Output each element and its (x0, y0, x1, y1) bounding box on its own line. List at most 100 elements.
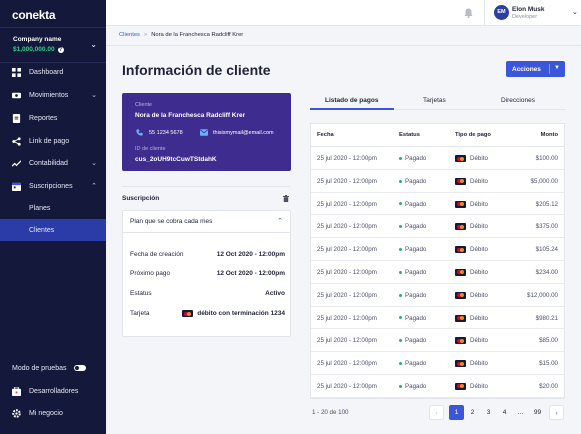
table-row[interactable]: 25 jul 2020 - 12:00pm Pagado Débito $85.00 (311, 329, 564, 353)
tab-listado-de-pagos[interactable]: Listado de pagos (325, 97, 378, 104)
status-dot-icon (399, 156, 402, 160)
client-label: Cliente (135, 102, 153, 108)
mastercard-icon (455, 155, 466, 162)
cell-date: 25 jul 2020 - 12:00pm (317, 382, 377, 390)
table-row[interactable]: 25 jul 2020 - 12:00pm Pagado Débito $20.00 (311, 375, 564, 398)
cell-status: Pagado (399, 155, 426, 162)
field-value: 12 Oct 2020 - 12:00pm (216, 251, 285, 258)
trash-icon[interactable] (283, 195, 289, 202)
pagination-page-1[interactable]: 1 (449, 405, 464, 420)
sidebar-item-desarrolladores[interactable]: Desarrolladores (0, 381, 106, 401)
table-row[interactable]: 25 jul 2020 - 12:00pm Pagado Débito $15.00 (311, 352, 564, 375)
table-row[interactable]: 25 jul 2020 - 12:00pm Pagado Débito $375.00 (311, 215, 564, 239)
pagination-next-button[interactable]: › (549, 405, 564, 420)
sidebar-item-suscripciones[interactable]: Suscripciones ⌃ (0, 176, 106, 196)
pagination-info: 1 - 20 de 100 (312, 409, 349, 416)
sidebar-item-label: Contabilidad (29, 159, 68, 167)
table-row[interactable]: 25 jul 2020 - 12:00pm Pagado Débito $234.00 (311, 261, 564, 284)
status-dot-icon (399, 316, 402, 320)
field-key: Fecha de creación (130, 251, 184, 258)
table-row[interactable]: 25 jul 2020 - 12:00pm Pagado Débito $105.24 (311, 238, 564, 261)
client-phone: 55 1234 5678 (149, 130, 183, 136)
test-mode-toggle[interactable] (74, 365, 86, 371)
plan-name: Plan que se cobra cada mes (130, 218, 213, 225)
table-row[interactable]: 25 jul 2020 - 12:00pm Pagado Débito $12,000… (311, 284, 564, 307)
divider (106, 45, 581, 46)
cell-amount: $105.24 (535, 246, 558, 254)
mastercard-icon (455, 200, 466, 208)
chevron-down-icon: ⌄ (90, 40, 97, 49)
user-role: Developer (512, 14, 538, 20)
sidebar-item-dashboard[interactable]: Dashboard (0, 62, 106, 82)
column-header-status[interactable]: Estatus (399, 132, 420, 138)
table-row[interactable]: 25 jul 2020 - 12:00pm Pagado Débito $980.21 (311, 307, 564, 330)
cell-amount: $5,000.00 (530, 177, 558, 185)
cell-status: Pagado (399, 246, 426, 253)
mastercard-icon (455, 291, 466, 299)
mastercard-icon (182, 310, 194, 317)
sidebar-item-movimientos[interactable]: Movimientos ⌄ (0, 85, 106, 105)
column-header-date[interactable]: Fecha (317, 132, 334, 138)
sidebar-item-label: Movimientos (29, 91, 69, 99)
phone-icon (136, 129, 143, 136)
cell-type: Débito (455, 314, 488, 322)
cell-date: 25 jul 2020 - 12:00pm (317, 223, 377, 231)
mastercard-icon (455, 177, 466, 185)
sidebar-item-contabilidad[interactable]: Contabilidad ⌄ (0, 153, 106, 173)
actions-button[interactable]: Acciones ▼ (506, 61, 565, 77)
column-header-type[interactable]: Tipo de pago (455, 132, 491, 138)
cell-date: 25 jul 2020 - 12:00pm (317, 291, 377, 299)
avatar[interactable]: EM (494, 5, 509, 20)
dashboard-icon (12, 67, 21, 77)
sidebar-item-label: Reportes (29, 114, 58, 122)
payments-table: Fecha Estatus Tipo de pago Monto 25 jul … (310, 123, 565, 399)
cell-date: 25 jul 2020 - 12:00pm (317, 246, 377, 254)
mastercard-icon (455, 337, 466, 345)
document-icon (12, 113, 21, 123)
pagination-page-3[interactable]: 3 (481, 405, 496, 420)
cell-date: 25 jul 2020 - 12:00pm (317, 314, 377, 322)
sidebar-item-mi-negocio[interactable]: Mi negocio (0, 403, 106, 423)
chevron-down-icon[interactable]: ⌄ (572, 8, 578, 16)
table-row[interactable]: 25 jul 2020 - 12:00pm Pagado Débito $5,000.… (311, 170, 564, 193)
breadcrumb-parent-link[interactable]: Clientes (119, 32, 140, 38)
cell-type: Débito (455, 337, 488, 345)
trend-icon (12, 159, 21, 167)
field-key: Tarjeta (130, 310, 150, 317)
tab-direcciones[interactable]: Direcciones (501, 97, 535, 104)
mastercard-icon (455, 268, 466, 276)
cell-status: Pagado (399, 383, 426, 390)
sidebar: conekta Company name $1,000,000.00? ⌄ Da… (0, 0, 106, 434)
sidebar-item-reportes[interactable]: Reportes (0, 108, 106, 128)
table-row[interactable]: 25 jul 2020 - 12:00pm Pagado Débito $100.00 (311, 147, 564, 170)
info-icon[interactable]: ? (57, 47, 64, 53)
column-header-amount[interactable]: Monto (541, 132, 558, 138)
tab-tarjetas[interactable]: Tarjetas (423, 97, 446, 104)
plan-accordion-header[interactable]: Plan que se cobra cada mes ⌃ (123, 211, 290, 233)
cell-type: Débito (455, 177, 488, 185)
field-value: 12 Oct 2020 - 12:00pm (216, 270, 285, 277)
calendar-icon (12, 182, 21, 191)
pagination-page-2[interactable]: 2 (465, 405, 480, 420)
chevron-right-icon: › (555, 410, 558, 417)
table-row[interactable]: 25 jul 2020 - 12:00pm Pagado Débito $205.12 (311, 193, 564, 216)
field-key: Próximo pago (130, 270, 171, 277)
sidebar-subitem-clientes[interactable]: Clientes (0, 219, 106, 241)
cell-date: 25 jul 2020 - 12:00pm (317, 337, 377, 345)
cell-amount: $12,000.00 (527, 291, 558, 299)
test-mode-toggle-row: Modo de pruebas (0, 358, 106, 378)
pagination-page-99[interactable]: 99 (530, 405, 545, 420)
pagination-page-4[interactable]: 4 (497, 405, 512, 420)
conekta-logo[interactable]: conekta (12, 8, 56, 22)
sidebar-item-link-de-pago[interactable]: Link de pago (0, 131, 106, 151)
chevron-up-icon: ⌃ (277, 218, 283, 225)
cell-date: 25 jul 2020 - 12:00pm (317, 155, 377, 162)
pagination-prev-button[interactable]: ‹ (429, 405, 444, 420)
sidebar-subitem-planes[interactable]: Planes (0, 197, 106, 219)
bell-icon[interactable] (464, 8, 473, 18)
company-selector[interactable]: Company name $1,000,000.00? ⌄ (0, 27, 106, 63)
pagination-ellipsis: ... (517, 409, 524, 416)
subscription-title: Suscripción (122, 195, 160, 202)
cell-amount: $980.21 (535, 314, 558, 322)
table-body: 25 jul 2020 - 12:00pm Pagado Débito $100.00… (311, 147, 564, 398)
